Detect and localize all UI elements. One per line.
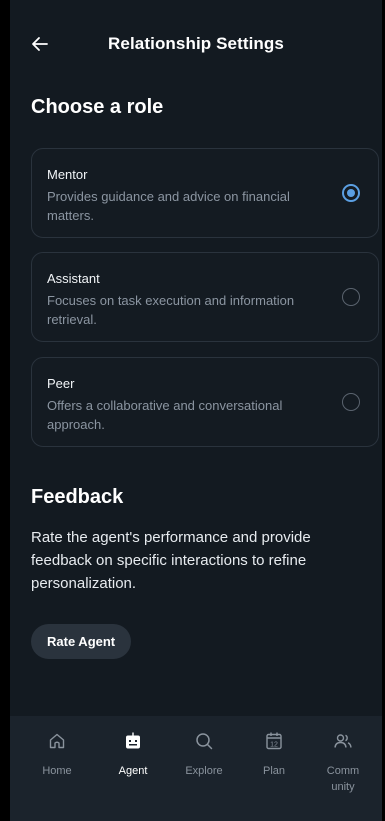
role-option-mentor[interactable]: Mentor Provides guidance and advice on f… bbox=[31, 148, 379, 238]
radio-selected-icon[interactable] bbox=[342, 184, 360, 202]
role-name: Peer bbox=[47, 376, 75, 391]
radio-unselected-icon[interactable] bbox=[342, 288, 360, 306]
feedback-description: Rate the agent's performance and provide… bbox=[31, 529, 311, 592]
nav-item-home[interactable]: Home bbox=[27, 731, 87, 779]
role-name: Mentor bbox=[47, 167, 88, 182]
nav-item-explore[interactable]: Explore bbox=[174, 731, 234, 779]
nav-label: Home bbox=[42, 765, 72, 777]
role-description: Focuses on task execution and informatio… bbox=[47, 293, 295, 327]
role-name: Assistant bbox=[47, 271, 100, 286]
rate-agent-button[interactable]: Rate Agent bbox=[31, 624, 132, 659]
nav-label: Agent bbox=[118, 765, 148, 777]
feedback-section-title: Feedback bbox=[31, 486, 124, 508]
home-icon bbox=[49, 733, 65, 749]
page-title: Relationship Settings bbox=[108, 34, 284, 53]
radio-unselected-icon[interactable] bbox=[342, 393, 360, 411]
nav-label: Community bbox=[326, 765, 360, 793]
role-description: Offers a collaborative and conversationa… bbox=[47, 398, 283, 432]
nav-item-plan[interactable]: 12 Plan bbox=[244, 731, 304, 779]
nav-label: Plan bbox=[262, 765, 286, 777]
nav-item-agent[interactable]: Agent bbox=[103, 731, 163, 779]
nav-label: Explore bbox=[185, 765, 223, 777]
calendar-icon: 12 bbox=[266, 732, 282, 750]
role-option-peer[interactable]: Peer Offers a collaborative and conversa… bbox=[31, 357, 379, 447]
nav-item-community[interactable]: Community bbox=[313, 731, 373, 795]
role-description: Provides guidance and advice on financia… bbox=[47, 189, 290, 223]
bottom-navigation: Home Agent Explore 12 Plan Community bbox=[10, 716, 382, 821]
calendar-icon-day: 12 bbox=[270, 742, 278, 749]
search-icon bbox=[196, 733, 213, 750]
role-option-assistant[interactable]: Assistant Focuses on task execution and … bbox=[31, 252, 379, 342]
users-icon bbox=[334, 734, 352, 748]
robot-icon bbox=[126, 732, 140, 749]
relationship-settings-screen: Relationship Settings Choose a role Ment… bbox=[10, 0, 382, 821]
role-section-title: Choose a role bbox=[31, 96, 164, 118]
top-bar: Relationship Settings bbox=[10, 28, 382, 60]
